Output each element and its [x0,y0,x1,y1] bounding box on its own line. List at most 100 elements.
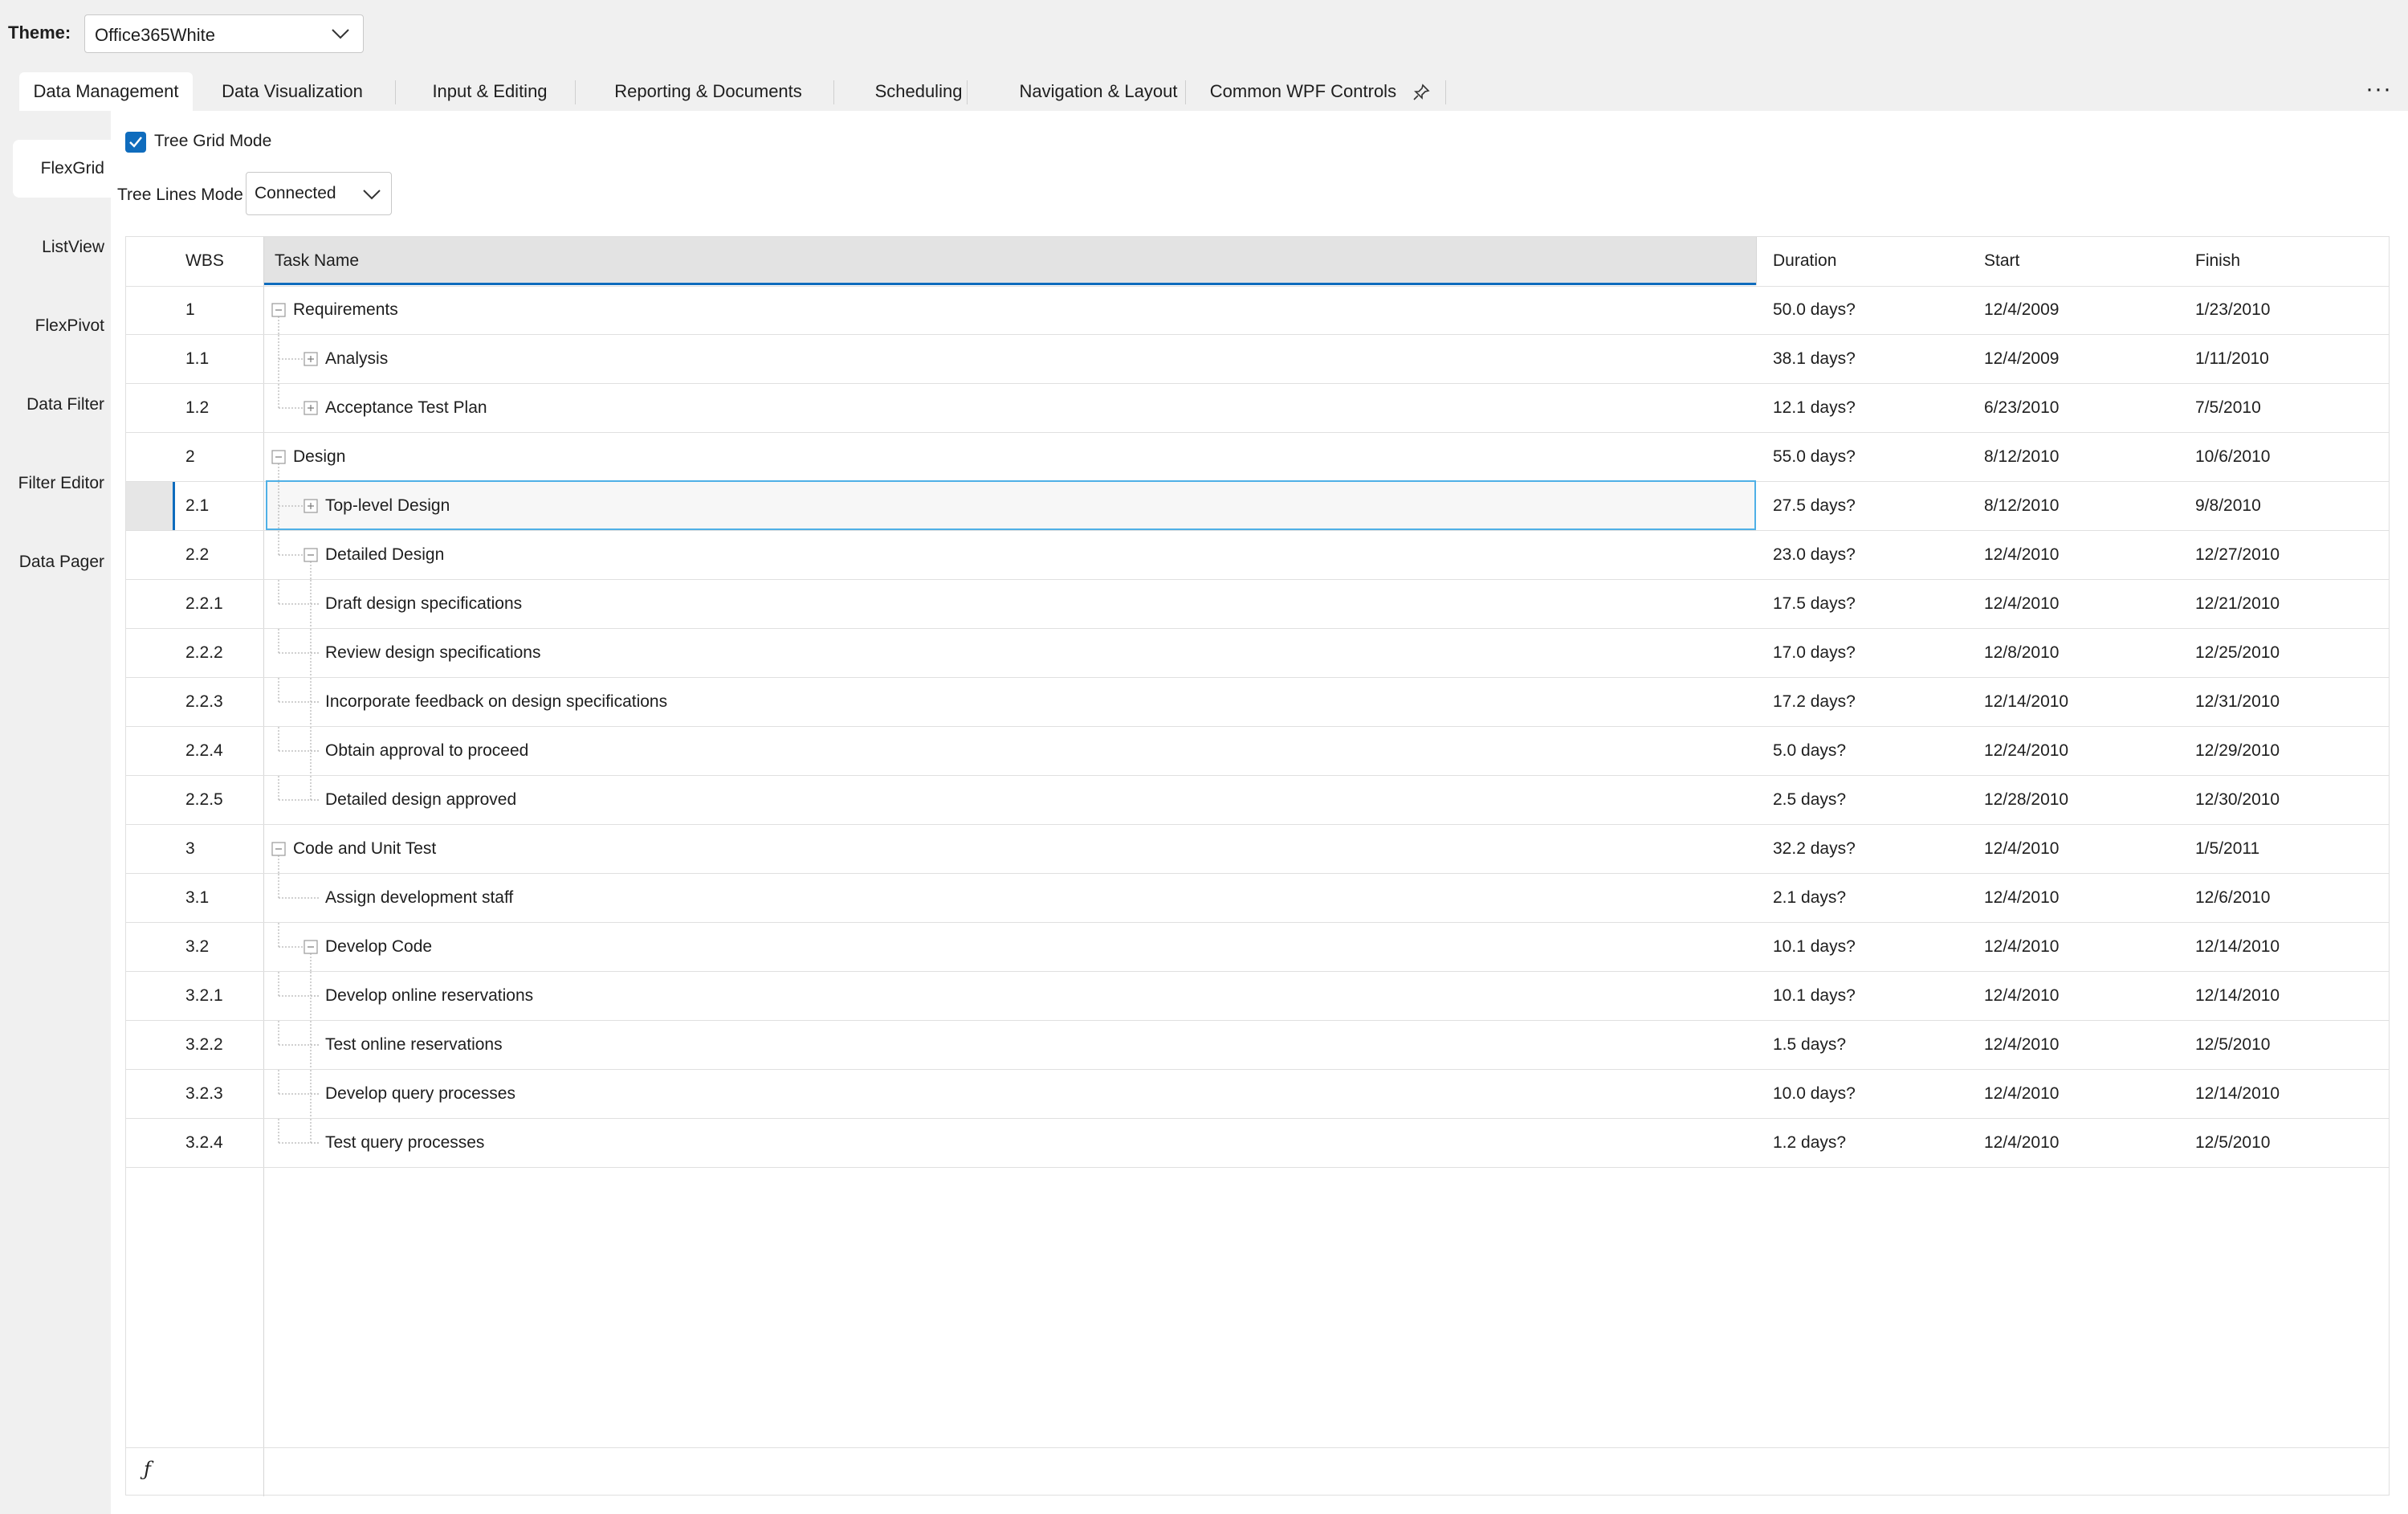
cell-duration[interactable]: 17.5 days? [1773,580,1856,628]
tab-scheduling[interactable]: Scheduling [846,72,991,111]
cell-wbs[interactable]: 2 [185,433,195,481]
tab-data-management[interactable]: Data Management [19,72,193,111]
cell-task-name[interactable]: Detailed design approved [325,776,516,824]
tree-grid-mode-label[interactable]: Tree Grid Mode [154,132,271,151]
cell-finish[interactable]: 1/23/2010 [2195,286,2270,334]
cell-wbs[interactable]: 3 [185,825,195,873]
collapse-icon[interactable] [303,939,319,955]
cell-duration[interactable]: 50.0 days? [1773,286,1856,334]
sidebar-item-flexpivot[interactable]: FlexPivot [35,316,104,336]
cell-finish[interactable]: 10/6/2010 [2195,433,2270,481]
cell-start[interactable]: 8/12/2010 [1984,433,2059,481]
flexgrid-table[interactable]: WBS Task Name Duration Start Finish 1 Req… [125,236,2390,1496]
cell-duration[interactable]: 10.1 days? [1773,972,1856,1020]
cell-task-name[interactable]: Test online reservations [325,1021,503,1069]
cell-duration[interactable]: 17.0 days? [1773,629,1856,677]
cell-wbs[interactable]: 2.2.5 [185,776,223,824]
cell-start[interactable]: 12/4/2010 [1984,580,2059,628]
table-row[interactable]: 2.2.1 Draft design specifications 17.5 day… [126,580,2389,629]
cell-task-name[interactable]: Detailed Design [325,531,444,579]
tab-common-wpf-controls[interactable]: Common WPF Controls [1200,72,1440,111]
cell-wbs[interactable]: 2.2 [185,531,209,579]
cell-finish[interactable]: 12/6/2010 [2195,874,2270,922]
cell-start[interactable]: 12/4/2010 [1984,1070,2059,1118]
tab-input-editing[interactable]: Input & Editing [409,72,570,111]
cell-duration[interactable]: 32.2 days? [1773,825,1856,873]
cell-start[interactable]: 12/8/2010 [1984,629,2059,677]
cell-start[interactable]: 8/12/2010 [1984,482,2059,530]
cell-task-name[interactable]: Code and Unit Test [293,825,436,873]
cell-duration[interactable]: 23.0 days? [1773,531,1856,579]
table-row[interactable]: 2.2.2 Review design specifications 17.0 da… [126,629,2389,678]
table-row[interactable]: 3 Code and Unit Test 32.2 days? 12/4/2010 1/… [126,825,2389,874]
table-row[interactable]: 2.2 Detailed Design 23.0 days? 12/4/2010 12/… [126,531,2389,580]
cell-task-name[interactable]: Develop online reservations [325,972,533,1020]
more-options-icon[interactable]: ··· [2365,77,2392,101]
cell-finish[interactable]: 12/21/2010 [2195,580,2280,628]
collapse-icon[interactable] [271,449,287,465]
cell-finish[interactable]: 12/31/2010 [2195,678,2280,726]
cell-duration[interactable]: 1.2 days? [1773,1119,1846,1167]
cell-finish[interactable]: 1/5/2011 [2195,825,2259,873]
table-row[interactable]: 3.2.1 Develop online reservations 10.1 day… [126,972,2389,1021]
cell-finish[interactable]: 12/30/2010 [2195,776,2280,824]
cell-finish[interactable]: 12/14/2010 [2195,1070,2280,1118]
sidebar-item-data-filter[interactable]: Data Filter [26,395,104,414]
cell-start[interactable]: 12/4/2010 [1984,1021,2059,1069]
cell-wbs[interactable]: 3.1 [185,874,209,922]
cell-task-name[interactable]: Assign development staff [325,874,513,922]
table-row[interactable]: 3.2.3 Develop query processes 10.0 days? 12… [126,1070,2389,1119]
cell-wbs[interactable]: 1 [185,286,195,334]
cell-finish[interactable]: 9/8/2010 [2195,482,2261,530]
cell-duration[interactable]: 17.2 days? [1773,678,1856,726]
cell-start[interactable]: 12/28/2010 [1984,776,2068,824]
expand-icon[interactable] [303,400,319,416]
cell-finish[interactable]: 1/11/2010 [2195,335,2269,383]
cell-duration[interactable]: 10.0 days? [1773,1070,1856,1118]
cell-wbs[interactable]: 2.1 [185,482,209,530]
cell-start[interactable]: 12/4/2009 [1984,335,2059,383]
cell-wbs[interactable]: 3.2.3 [185,1070,223,1118]
cell-finish[interactable]: 12/27/2010 [2195,531,2280,579]
column-header-finish[interactable]: Finish [2195,237,2240,285]
cell-finish[interactable]: 12/5/2010 [2195,1021,2270,1069]
expand-icon[interactable] [303,498,319,514]
column-header-wbs[interactable]: WBS [185,237,224,285]
sidebar-item-listview[interactable]: ListView [42,238,104,257]
cell-finish[interactable]: 12/25/2010 [2195,629,2280,677]
table-row[interactable]: 2.1 Top-level Design 27.5 days? 8/12/2010 9/… [126,480,2389,531]
cell-duration[interactable]: 2.1 days? [1773,874,1846,922]
cell-finish[interactable]: 12/14/2010 [2195,972,2280,1020]
cell-wbs[interactable]: 3.2.2 [185,1021,223,1069]
sidebar-item-filter-editor[interactable]: Filter Editor [18,474,104,493]
cell-wbs[interactable]: 2.2.4 [185,727,223,775]
table-row[interactable]: 2.2.5 Detailed design approved 2.5 days? 12… [126,776,2389,825]
cell-task-name[interactable]: Develop query processes [325,1070,515,1118]
cell-start[interactable]: 6/23/2010 [1984,384,2059,432]
cell-duration[interactable]: 27.5 days? [1773,482,1856,530]
cell-duration[interactable]: 12.1 days? [1773,384,1856,432]
cell-wbs[interactable]: 3.2 [185,923,209,971]
cell-wbs[interactable]: 1.2 [185,384,209,432]
expand-icon[interactable] [303,351,319,367]
collapse-icon[interactable] [271,841,287,857]
cell-task-name[interactable]: Incorporate feedback on design specifica… [325,678,667,726]
table-row[interactable]: 1.1 Analysis 38.1 days? 12/4/2009 1/11/2010 [126,335,2389,384]
cell-task-name[interactable]: Test query processes [325,1119,484,1167]
table-row[interactable]: 3.1 Assign development staff 2.1 days? 12/4… [126,874,2389,923]
tab-navigation-layout[interactable]: Navigation & Layout [980,72,1217,111]
collapse-icon[interactable] [271,302,287,318]
cell-finish[interactable]: 7/5/2010 [2195,384,2261,432]
cell-task-name[interactable]: Analysis [325,335,388,383]
cell-start[interactable]: 12/4/2010 [1984,972,2059,1020]
cell-start[interactable]: 12/14/2010 [1984,678,2068,726]
cell-finish[interactable]: 12/14/2010 [2195,923,2280,971]
cell-task-name[interactable]: Requirements [293,286,398,334]
cell-wbs[interactable]: 3.2.4 [185,1119,223,1167]
cell-start[interactable]: 12/4/2010 [1984,531,2059,579]
cell-start[interactable]: 12/4/2010 [1984,874,2059,922]
cell-task-name[interactable]: Develop Code [325,923,432,971]
cell-finish[interactable]: 12/29/2010 [2195,727,2280,775]
cell-duration[interactable]: 38.1 days? [1773,335,1856,383]
cell-wbs[interactable]: 2.2.1 [185,580,223,628]
